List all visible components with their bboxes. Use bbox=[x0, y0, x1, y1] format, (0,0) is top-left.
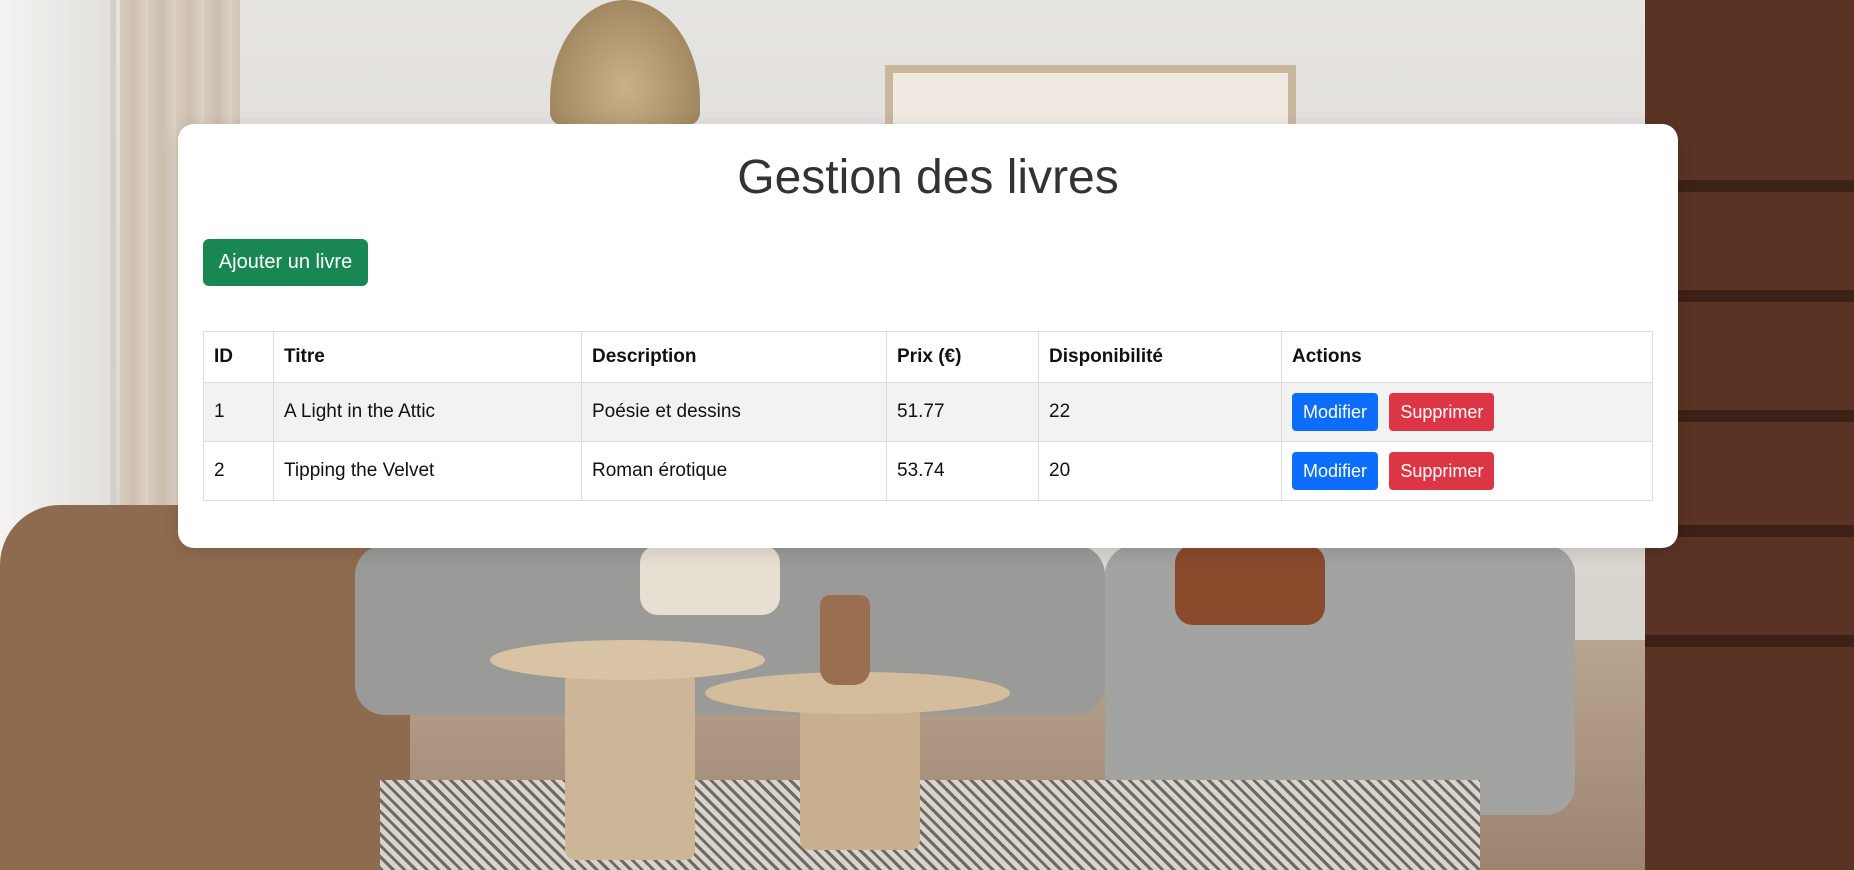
delete-book-button[interactable]: Supprimer bbox=[1389, 393, 1495, 431]
cell-price: 53.74 bbox=[886, 441, 1039, 501]
background-shelf-board bbox=[1645, 635, 1854, 647]
cell-actions: Modifier Supprimer bbox=[1281, 382, 1653, 442]
cell-id: 2 bbox=[203, 441, 274, 501]
column-header-price: Prix (€) bbox=[886, 331, 1039, 383]
books-table: ID Titre Description Prix (€) Disponibil… bbox=[203, 331, 1653, 501]
table-row: 2 Tipping the Velvet Roman érotique 53.7… bbox=[203, 441, 1653, 501]
background-pillow-brown bbox=[1175, 545, 1325, 625]
column-header-description: Description bbox=[581, 331, 887, 383]
background-vase bbox=[820, 595, 870, 685]
background-table-leg bbox=[565, 670, 695, 860]
table-header-row: ID Titre Description Prix (€) Disponibil… bbox=[203, 331, 1653, 383]
cell-title: Tipping the Velvet bbox=[273, 441, 582, 501]
cell-availability: 20 bbox=[1038, 441, 1282, 501]
background-pillow-cream bbox=[640, 545, 780, 615]
cell-description: Roman érotique bbox=[581, 441, 887, 501]
background-coffee-table bbox=[490, 640, 765, 680]
background-rug bbox=[380, 780, 1480, 870]
page-title: Gestion des livres bbox=[737, 151, 1119, 204]
edit-book-button[interactable]: Modifier bbox=[1292, 452, 1379, 490]
column-header-title: Titre bbox=[273, 331, 582, 383]
edit-book-button[interactable]: Modifier bbox=[1292, 393, 1379, 431]
column-header-availability: Disponibilité bbox=[1038, 331, 1282, 383]
books-management-panel: Gestion des livres Ajouter un livre ID T… bbox=[178, 124, 1678, 548]
cell-availability: 22 bbox=[1038, 382, 1282, 442]
add-book-button[interactable]: Ajouter un livre bbox=[203, 239, 368, 286]
cell-price: 51.77 bbox=[886, 382, 1039, 442]
cell-title: A Light in the Attic bbox=[273, 382, 582, 442]
column-header-actions: Actions bbox=[1281, 331, 1653, 383]
cell-id: 1 bbox=[203, 382, 274, 442]
table-row: 1 A Light in the Attic Poésie et dessins… bbox=[203, 382, 1653, 442]
delete-book-button[interactable]: Supprimer bbox=[1389, 452, 1495, 490]
column-header-id: ID bbox=[203, 331, 274, 383]
background-table-leg bbox=[800, 700, 920, 850]
cell-actions: Modifier Supprimer bbox=[1281, 441, 1653, 501]
background-armchair bbox=[0, 505, 410, 870]
cell-description: Poésie et dessins bbox=[581, 382, 887, 442]
